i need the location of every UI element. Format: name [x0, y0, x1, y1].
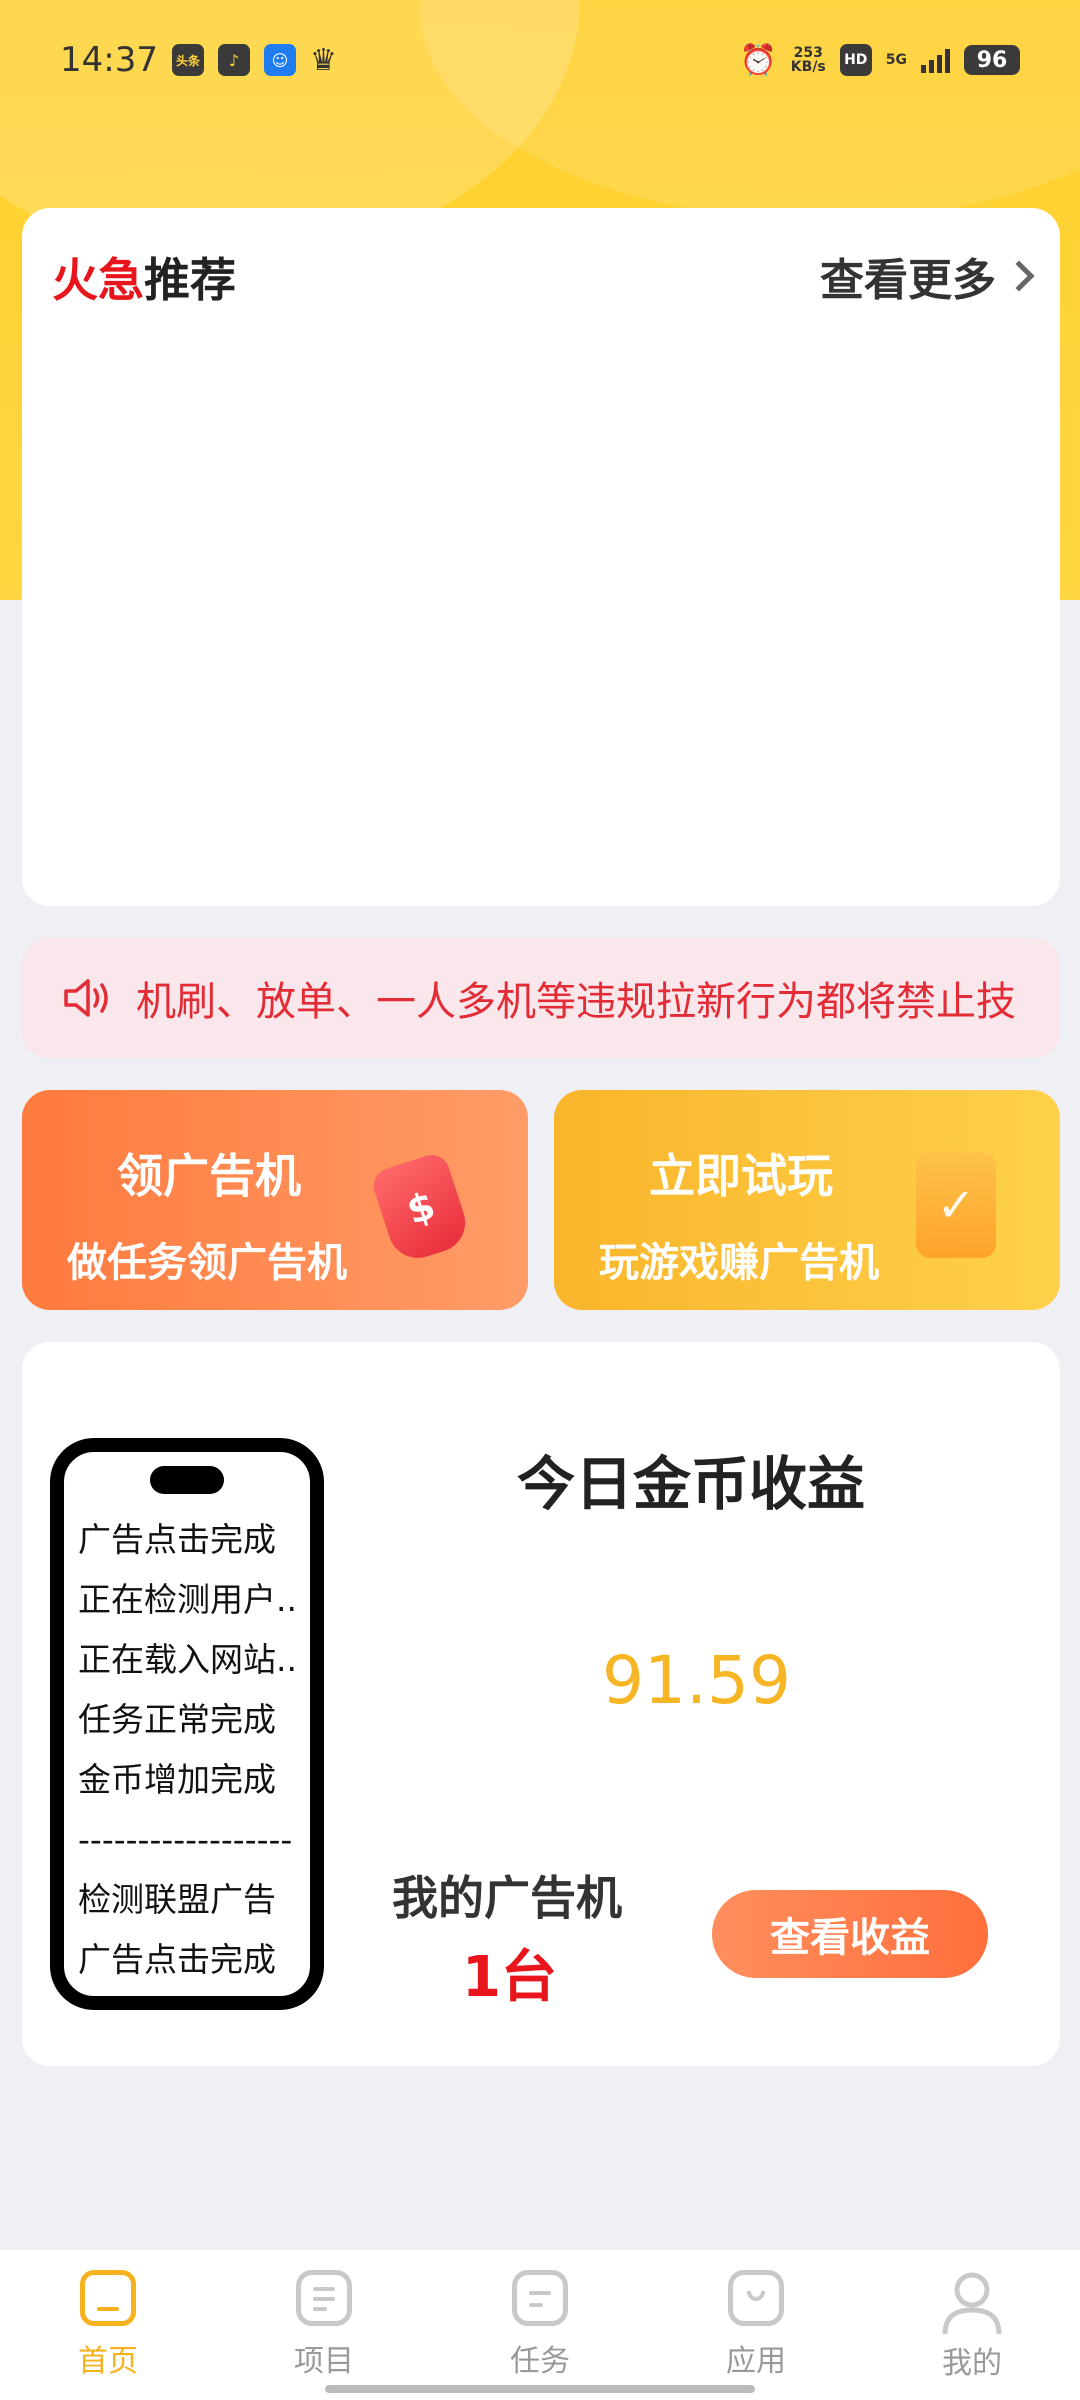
- hot-recommend-title: 火急推荐: [52, 244, 236, 310]
- nav-label: 我的: [942, 2346, 1002, 2381]
- clock: 14:37: [60, 40, 158, 80]
- see-more-link[interactable]: 查看更多: [820, 244, 1035, 308]
- hot-title-urgent: 火急: [52, 253, 144, 307]
- log-line: 任务正常完成: [78, 1700, 276, 1739]
- task-icon: [512, 2270, 568, 2326]
- status-right: ⏰ 253 KB/s HD 5G 96: [739, 43, 1020, 78]
- chevron-right-icon: [1003, 260, 1035, 292]
- crown-icon: ♛: [309, 42, 337, 78]
- notice-text: 机刷、放单、一人多机等违规拉新行为都将禁止技: [136, 979, 1016, 1025]
- nav-item-project[interactable]: 项目: [216, 2250, 432, 2400]
- hd-icon: HD: [839, 44, 872, 76]
- app-icon: [728, 2270, 784, 2326]
- nav-label: 项目: [294, 2344, 354, 2379]
- my-ad-machine-count: 1台: [462, 1945, 557, 2010]
- battery-icon: 96: [964, 45, 1020, 75]
- bottom-nav: 首页 项目 任务 应用 我的: [0, 2250, 1080, 2400]
- log-line: 金币增加完成: [78, 1760, 276, 1799]
- price-tag-icon: $: [369, 1150, 473, 1266]
- action-title: 领广告机: [117, 1149, 301, 1203]
- net-speed: 253 KB/s: [791, 46, 826, 74]
- view-earnings-button[interactable]: 查看收益: [712, 1890, 988, 1978]
- phone-log: 广告点击完成 正在检测用户.. 正在载入网站.. 任务正常完成 金币增加完成 -…: [78, 1510, 310, 1990]
- earnings-card: 广告点击完成 正在检测用户.. 正在载入网站.. 任务正常完成 金币增加完成 -…: [22, 1342, 1060, 2066]
- status-left: 14:37 头条 ♪ ☺ ♛: [60, 40, 337, 80]
- my-ad-machine-label: 我的广告机: [392, 1871, 622, 1925]
- project-icon: [296, 2270, 352, 2326]
- get-ad-machine-button[interactable]: 领广告机 做任务领广告机 $: [22, 1090, 528, 1310]
- signal-icon: [921, 47, 950, 73]
- network-type: 5G: [885, 52, 907, 68]
- profile-icon: [942, 2272, 1002, 2335]
- hot-title-rest: 推荐: [144, 253, 236, 307]
- try-play-button[interactable]: 立即试玩 玩游戏赚广告机 ✓: [554, 1090, 1060, 1310]
- phone-notch: [150, 1466, 224, 1494]
- notice-bar[interactable]: 机刷、放单、一人多机等违规拉新行为都将禁止技: [22, 938, 1060, 1058]
- music-icon: ♪: [217, 44, 250, 76]
- robot-icon: ☺: [263, 44, 296, 76]
- nav-label: 任务: [510, 2344, 570, 2379]
- net-speed-unit: KB/s: [790, 59, 826, 75]
- status-bar: 14:37 头条 ♪ ☺ ♛ ⏰ 253 KB/s HD 5G 96: [0, 0, 1080, 120]
- nav-item-app[interactable]: 应用: [648, 2250, 864, 2400]
- hot-recommend-card: 火急推荐 查看更多: [22, 208, 1060, 906]
- clipboard-check-icon: ✓: [916, 1152, 996, 1258]
- action-subtitle: 玩游戏赚广告机: [599, 1240, 879, 1286]
- alarm-icon: ⏰: [739, 42, 777, 78]
- nav-item-home[interactable]: 首页: [0, 2250, 216, 2400]
- log-line: 检测联盟广告: [78, 1880, 276, 1919]
- toutiao-icon: 头条: [171, 44, 204, 76]
- log-line: 正在检测用户..: [78, 1580, 297, 1619]
- action-title: 立即试玩: [649, 1149, 833, 1203]
- see-more-label: 查看更多: [820, 255, 996, 306]
- today-coin-earnings-title: 今日金币收益: [517, 1450, 866, 1518]
- phone-illustration: 广告点击完成 正在检测用户.. 正在载入网站.. 任务正常完成 金币增加完成 -…: [50, 1438, 324, 2010]
- log-line: 广告点击完成: [78, 1520, 276, 1559]
- speaker-icon: [64, 979, 108, 1017]
- log-line: 广告点击完成: [78, 1940, 276, 1979]
- nav-item-task[interactable]: 任务: [432, 2250, 648, 2400]
- log-line: ------------------: [78, 1820, 293, 1859]
- nav-item-profile[interactable]: 我的: [864, 2250, 1080, 2400]
- log-line: 正在载入网站..: [78, 1640, 297, 1679]
- nav-label: 应用: [726, 2344, 786, 2379]
- today-coin-earnings-value: 91.59: [602, 1642, 791, 1719]
- gesture-bar[interactable]: [325, 2385, 755, 2393]
- action-subtitle: 做任务领广告机: [67, 1240, 347, 1286]
- home-icon: [80, 2270, 136, 2326]
- nav-label: 首页: [78, 2344, 138, 2379]
